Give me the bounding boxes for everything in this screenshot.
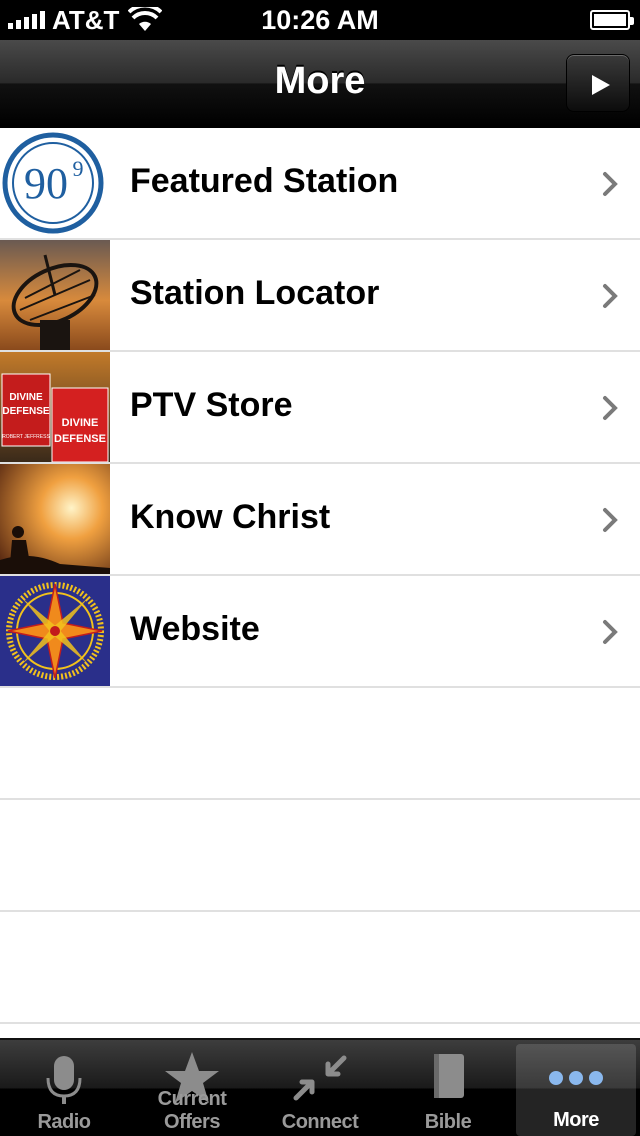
play-icon — [592, 75, 610, 95]
chevron-right-icon — [603, 620, 618, 644]
svg-text:9: 9 — [73, 156, 84, 181]
list-item-ptv-store[interactable]: DIVINE DEFENSE ROBERT JEFFRESS DIVINE DE… — [0, 352, 640, 464]
list-item-label: Featured Station — [130, 162, 399, 200]
book-icon — [434, 1054, 464, 1098]
list-item-website[interactable]: Website — [0, 576, 640, 688]
tab-radio[interactable]: Radio — [0, 1040, 128, 1136]
page-title: More — [274, 60, 366, 102]
list-item-label: PTV Store — [130, 386, 293, 424]
sunset-silhouette-image — [0, 464, 110, 574]
list-item-label: Website — [130, 610, 260, 648]
navigation-bar: More — [0, 40, 640, 128]
satellite-dish-image — [0, 240, 110, 350]
tab-bar: Radio Current Offers Connect Bible More — [0, 1038, 640, 1136]
tab-label: Bible — [424, 1111, 472, 1133]
compass-star-image — [0, 576, 110, 686]
microphone-icon — [46, 1056, 82, 1104]
chevron-right-icon — [603, 396, 618, 420]
chevron-right-icon — [603, 284, 618, 308]
tab-label: Current Offers — [157, 1088, 227, 1133]
tab-connect[interactable]: Connect — [256, 1040, 384, 1136]
list-item-station-locator[interactable]: Station Locator — [0, 240, 640, 352]
tab-more[interactable]: More — [516, 1044, 636, 1136]
status-time: 10:26 AM — [261, 5, 379, 35]
arrows-inward-icon — [293, 1055, 347, 1101]
status-bar: AT&T 10:26 AM — [0, 0, 640, 40]
now-playing-button[interactable] — [566, 54, 630, 112]
svg-text:DIVINE: DIVINE — [62, 417, 99, 429]
radio-909-logo: 90 9 — [0, 128, 110, 238]
tab-label: Connect — [281, 1111, 359, 1133]
svg-text:DEFENSE: DEFENSE — [2, 406, 50, 417]
chevron-right-icon — [603, 508, 618, 532]
svg-text:DEFENSE: DEFENSE — [54, 433, 106, 445]
more-dots-icon — [549, 1071, 603, 1085]
list-item-label: Station Locator — [130, 274, 380, 312]
list-item-know-christ[interactable]: Know Christ — [0, 464, 640, 576]
empty-list-row — [0, 800, 640, 912]
empty-list-row — [0, 912, 640, 1024]
tab-bible[interactable]: Bible — [384, 1040, 512, 1136]
svg-text:ROBERT JEFFRESS: ROBERT JEFFRESS — [2, 434, 50, 440]
svg-text:90: 90 — [24, 159, 68, 208]
empty-list-row — [0, 688, 640, 800]
tab-label: Radio — [37, 1111, 91, 1133]
chevron-right-icon — [603, 172, 618, 196]
tab-current-offers[interactable]: Current Offers — [128, 1040, 256, 1136]
list-item-label: Know Christ — [130, 498, 331, 536]
book-cover-image: DIVINE DEFENSE ROBERT JEFFRESS DIVINE DE… — [0, 352, 110, 462]
battery-icon — [590, 10, 634, 30]
svg-text:DIVINE: DIVINE — [9, 392, 43, 403]
tab-label: More — [553, 1109, 599, 1131]
list-item-featured-station[interactable]: 90 9 Featured Station — [0, 128, 640, 240]
more-list: 90 9 Featured Station Station Locator DI… — [0, 128, 640, 1038]
